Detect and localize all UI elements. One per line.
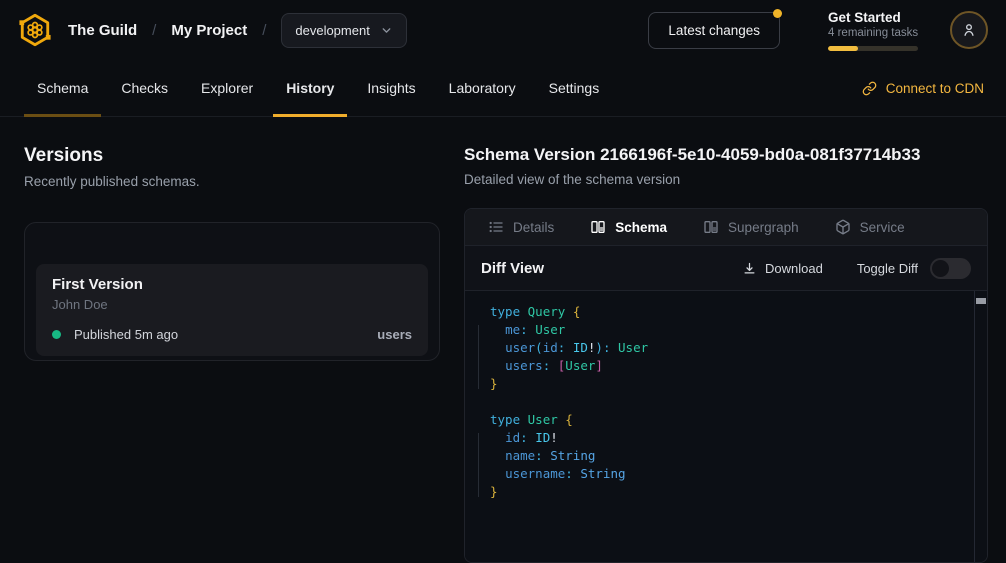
detail-tab-label: Details bbox=[513, 220, 554, 235]
code-scrollbar[interactable] bbox=[974, 291, 987, 562]
nav-tab-insights[interactable]: Insights bbox=[354, 60, 428, 116]
top-header: The Guild / My Project / development Lat… bbox=[0, 0, 1006, 60]
version-detail-card: Details Schema bbox=[464, 208, 988, 563]
detail-tab-supergraph[interactable]: Supergraph bbox=[703, 219, 799, 235]
nav-tab-label: Settings bbox=[549, 80, 600, 96]
target-selector[interactable]: development bbox=[281, 13, 406, 48]
breadcrumb-project[interactable]: My Project bbox=[171, 22, 247, 39]
nav-tab-schema[interactable]: Schema bbox=[24, 60, 101, 116]
version-status-row: Published 5m ago users bbox=[52, 327, 412, 342]
link-icon bbox=[862, 81, 877, 96]
hive-logo-icon[interactable] bbox=[16, 11, 54, 49]
download-icon bbox=[742, 261, 757, 276]
latest-changes-button[interactable]: Latest changes bbox=[648, 12, 780, 49]
get-started-title: Get Started bbox=[828, 10, 920, 25]
published-status-dot bbox=[52, 330, 61, 339]
nav-tab-label: Schema bbox=[37, 80, 88, 96]
nav-tab-label: Laboratory bbox=[449, 80, 516, 96]
detail-tabbar: Details Schema bbox=[465, 209, 987, 246]
version-status: Published 5m ago bbox=[74, 327, 178, 342]
detail-tab-details[interactable]: Details bbox=[488, 219, 554, 235]
chevron-down-icon bbox=[380, 24, 393, 37]
version-list-item[interactable]: First Version John Doe Published 5m ago … bbox=[36, 264, 428, 356]
download-label: Download bbox=[765, 261, 823, 276]
detail-tab-schema[interactable]: Schema bbox=[590, 219, 667, 235]
target-selector-value: development bbox=[295, 23, 369, 38]
cube-icon bbox=[835, 219, 851, 235]
diff-view-title: Diff View bbox=[481, 260, 544, 277]
person-icon bbox=[960, 21, 978, 39]
schema-code-viewer[interactable]: type Query { me: User user(id: ID!): Use… bbox=[465, 291, 987, 562]
connect-cdn-label: Connect to CDN bbox=[886, 81, 984, 96]
nav-tab-explorer[interactable]: Explorer bbox=[188, 60, 266, 116]
nav-tab-checks[interactable]: Checks bbox=[108, 60, 181, 116]
detail-tab-label: Supergraph bbox=[728, 220, 799, 235]
main-content: Versions Recently published schemas. Fir… bbox=[0, 117, 1006, 563]
nav-tab-label: History bbox=[286, 80, 334, 96]
diff-view-header: Diff View Download Toggle Diff bbox=[465, 246, 987, 291]
toggle-diff-label: Toggle Diff bbox=[857, 261, 918, 276]
breadcrumb-separator: / bbox=[262, 22, 266, 39]
versions-title: Versions bbox=[24, 145, 440, 167]
indent-guide bbox=[478, 433, 479, 497]
version-title: First Version bbox=[52, 276, 412, 293]
latest-changes-label: Latest changes bbox=[668, 23, 760, 38]
list-icon bbox=[488, 219, 504, 235]
version-detail-panel: Schema Version 2166196f-5e10-4059-bd0a-0… bbox=[464, 145, 988, 563]
columns-icon bbox=[703, 219, 719, 235]
toggle-knob bbox=[932, 260, 949, 277]
code-content: type Query { me: User user(id: ID!): Use… bbox=[490, 303, 973, 501]
connect-cdn-link[interactable]: Connect to CDN bbox=[862, 81, 984, 96]
nav-tab-history[interactable]: History bbox=[273, 60, 347, 116]
breadcrumb-separator: / bbox=[152, 22, 156, 39]
detail-tab-label: Service bbox=[860, 220, 905, 235]
nav-tab-laboratory[interactable]: Laboratory bbox=[436, 60, 529, 116]
breadcrumb-org[interactable]: The Guild bbox=[68, 22, 137, 39]
toggle-diff-switch[interactable] bbox=[930, 258, 971, 279]
nav-tab-label: Explorer bbox=[201, 80, 253, 96]
nav-tab-label: Insights bbox=[367, 80, 415, 96]
main-nav: Schema Checks Explorer History Insights … bbox=[0, 60, 1006, 117]
version-author: John Doe bbox=[52, 297, 412, 312]
versions-panel: Versions Recently published schemas. Fir… bbox=[24, 145, 440, 563]
versions-list-card: First Version John Doe Published 5m ago … bbox=[24, 222, 440, 361]
detail-tab-service[interactable]: Service bbox=[835, 219, 905, 235]
indent-guide bbox=[478, 325, 479, 389]
get-started-subtitle: 4 remaining tasks bbox=[828, 27, 920, 39]
nav-tab-label: Checks bbox=[121, 80, 168, 96]
detail-tab-label: Schema bbox=[615, 220, 667, 235]
get-started-progress-track bbox=[828, 46, 918, 51]
versions-subtitle: Recently published schemas. bbox=[24, 174, 440, 189]
version-service-badge: users bbox=[377, 327, 412, 342]
get-started-widget[interactable]: Get Started 4 remaining tasks bbox=[828, 10, 920, 51]
code-scrollbar-thumb[interactable] bbox=[976, 298, 986, 304]
version-detail-subtitle: Detailed view of the schema version bbox=[464, 172, 988, 187]
nav-tab-settings[interactable]: Settings bbox=[536, 60, 613, 116]
version-detail-title: Schema Version 2166196f-5e10-4059-bd0a-0… bbox=[464, 145, 988, 165]
columns-icon bbox=[590, 219, 606, 235]
notification-dot bbox=[773, 9, 782, 18]
get-started-progress-fill bbox=[828, 46, 858, 51]
user-avatar[interactable] bbox=[950, 11, 988, 49]
download-button[interactable]: Download bbox=[742, 261, 823, 276]
